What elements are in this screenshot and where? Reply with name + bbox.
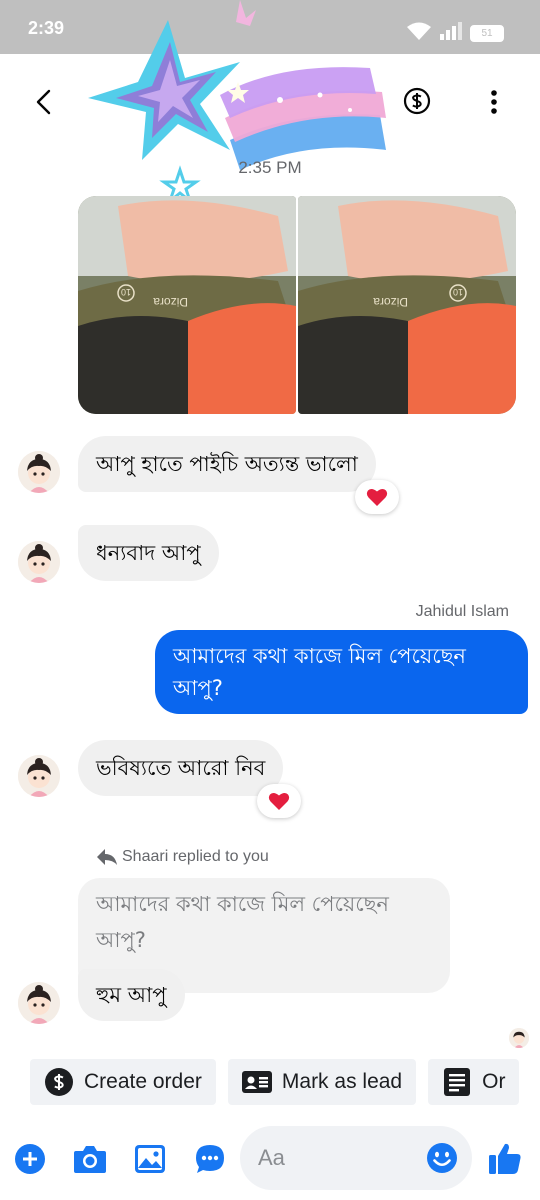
reply-label-text: Shaari replied to you xyxy=(122,848,269,865)
quick-actions-bar: Create order Mark as lead Or xyxy=(30,1059,520,1105)
conversation-timestamp: 2:35 PM xyxy=(238,158,302,177)
chat-header xyxy=(0,0,540,206)
message-bubble-received[interactable]: ভবিষ্যতে আরো নিব xyxy=(78,740,284,796)
package-size-text: 10 xyxy=(121,287,131,297)
wifi-icon xyxy=(406,21,432,45)
quick-action-label: Mark as lead xyxy=(281,1070,403,1093)
reply-arrow-icon xyxy=(97,849,117,865)
reaction-badge[interactable] xyxy=(257,784,301,818)
image-attachments: Dizora 10 Dizora 10 xyxy=(78,196,516,414)
message-line: আপু? xyxy=(173,676,223,700)
thumbs-up-icon xyxy=(489,1143,521,1174)
camera-button[interactable] xyxy=(73,1142,107,1176)
orders-button[interactable]: Or xyxy=(428,1059,520,1105)
contact-avatar[interactable] xyxy=(18,451,60,493)
message-bubble-sent[interactable]: আমাদের কথা কাজে মিল পেয়েছেন আপু? xyxy=(155,630,528,714)
order-list-icon xyxy=(442,1067,472,1097)
status-icons: 51 xyxy=(406,21,504,45)
more-options-button[interactable] xyxy=(484,88,504,116)
more-actions-button[interactable] xyxy=(13,1142,47,1176)
message-bubble-received[interactable]: হুম আপু xyxy=(78,969,185,1021)
mark-as-lead-button[interactable]: Mark as lead xyxy=(227,1059,417,1105)
contact-avatar[interactable] xyxy=(18,982,60,1024)
quick-action-label: Create order xyxy=(84,1070,202,1093)
contact-avatar[interactable] xyxy=(18,755,60,797)
dollar-circle-icon xyxy=(44,1067,74,1097)
quoted-line: আপু? xyxy=(96,928,146,952)
photo-attachment[interactable]: Dizora 10 xyxy=(78,196,296,414)
package-brand-text: Dizora xyxy=(153,295,188,309)
contact-avatar[interactable] xyxy=(18,541,60,583)
battery-icon: 51 xyxy=(470,24,504,42)
sender-name: Jahidul Islam xyxy=(415,603,509,620)
reply-indicator: Shaari replied to you xyxy=(96,848,269,866)
more-vertical-icon xyxy=(491,90,497,114)
seen-indicator-avatar xyxy=(509,1028,529,1048)
status-time: 2:39 xyxy=(28,18,65,38)
photo-attachment[interactable]: Dizora 10 xyxy=(298,196,516,414)
chat-bubble-icon xyxy=(196,1145,224,1173)
message-composer xyxy=(0,1124,540,1200)
camera-icon xyxy=(74,1146,106,1173)
signal-icon xyxy=(440,22,462,44)
heart-icon xyxy=(268,792,290,810)
create-order-button[interactable]: Create order xyxy=(30,1059,216,1105)
message-line: আমাদের কথা কাজে মিল পেয়েছেন xyxy=(173,644,466,668)
back-button[interactable] xyxy=(28,86,58,118)
messenger-chat-screen: 2:39 51 2:35 PM Dizora 10 Dizora 10 আপু … xyxy=(0,0,540,1200)
quick-action-label: Or xyxy=(482,1070,506,1093)
package-brand-text: Dizora xyxy=(373,295,408,309)
message-bubble-received[interactable]: ধন্যবাদ আপু xyxy=(78,525,219,581)
emoji-button[interactable] xyxy=(425,1141,459,1175)
emoji-icon xyxy=(427,1143,457,1173)
saved-replies-button[interactable] xyxy=(193,1142,227,1176)
heart-icon xyxy=(366,488,388,506)
package-size-text: 10 xyxy=(453,287,463,297)
gallery-button[interactable] xyxy=(133,1142,167,1176)
message-bubble-received[interactable]: আপু হাতে পাইচি অত্যন্ত ভালো xyxy=(78,436,376,492)
dollar-circle-icon xyxy=(403,87,431,115)
payment-button[interactable] xyxy=(403,87,431,115)
reaction-badge[interactable] xyxy=(355,480,399,514)
plus-circle-icon xyxy=(15,1144,45,1174)
quoted-line: আমাদের কথা কাজে মিল পেয়েছেন xyxy=(96,892,389,916)
contact-card-icon xyxy=(241,1067,272,1097)
image-icon xyxy=(135,1145,165,1173)
like-button[interactable] xyxy=(487,1140,523,1176)
chevron-left-icon xyxy=(36,89,51,115)
